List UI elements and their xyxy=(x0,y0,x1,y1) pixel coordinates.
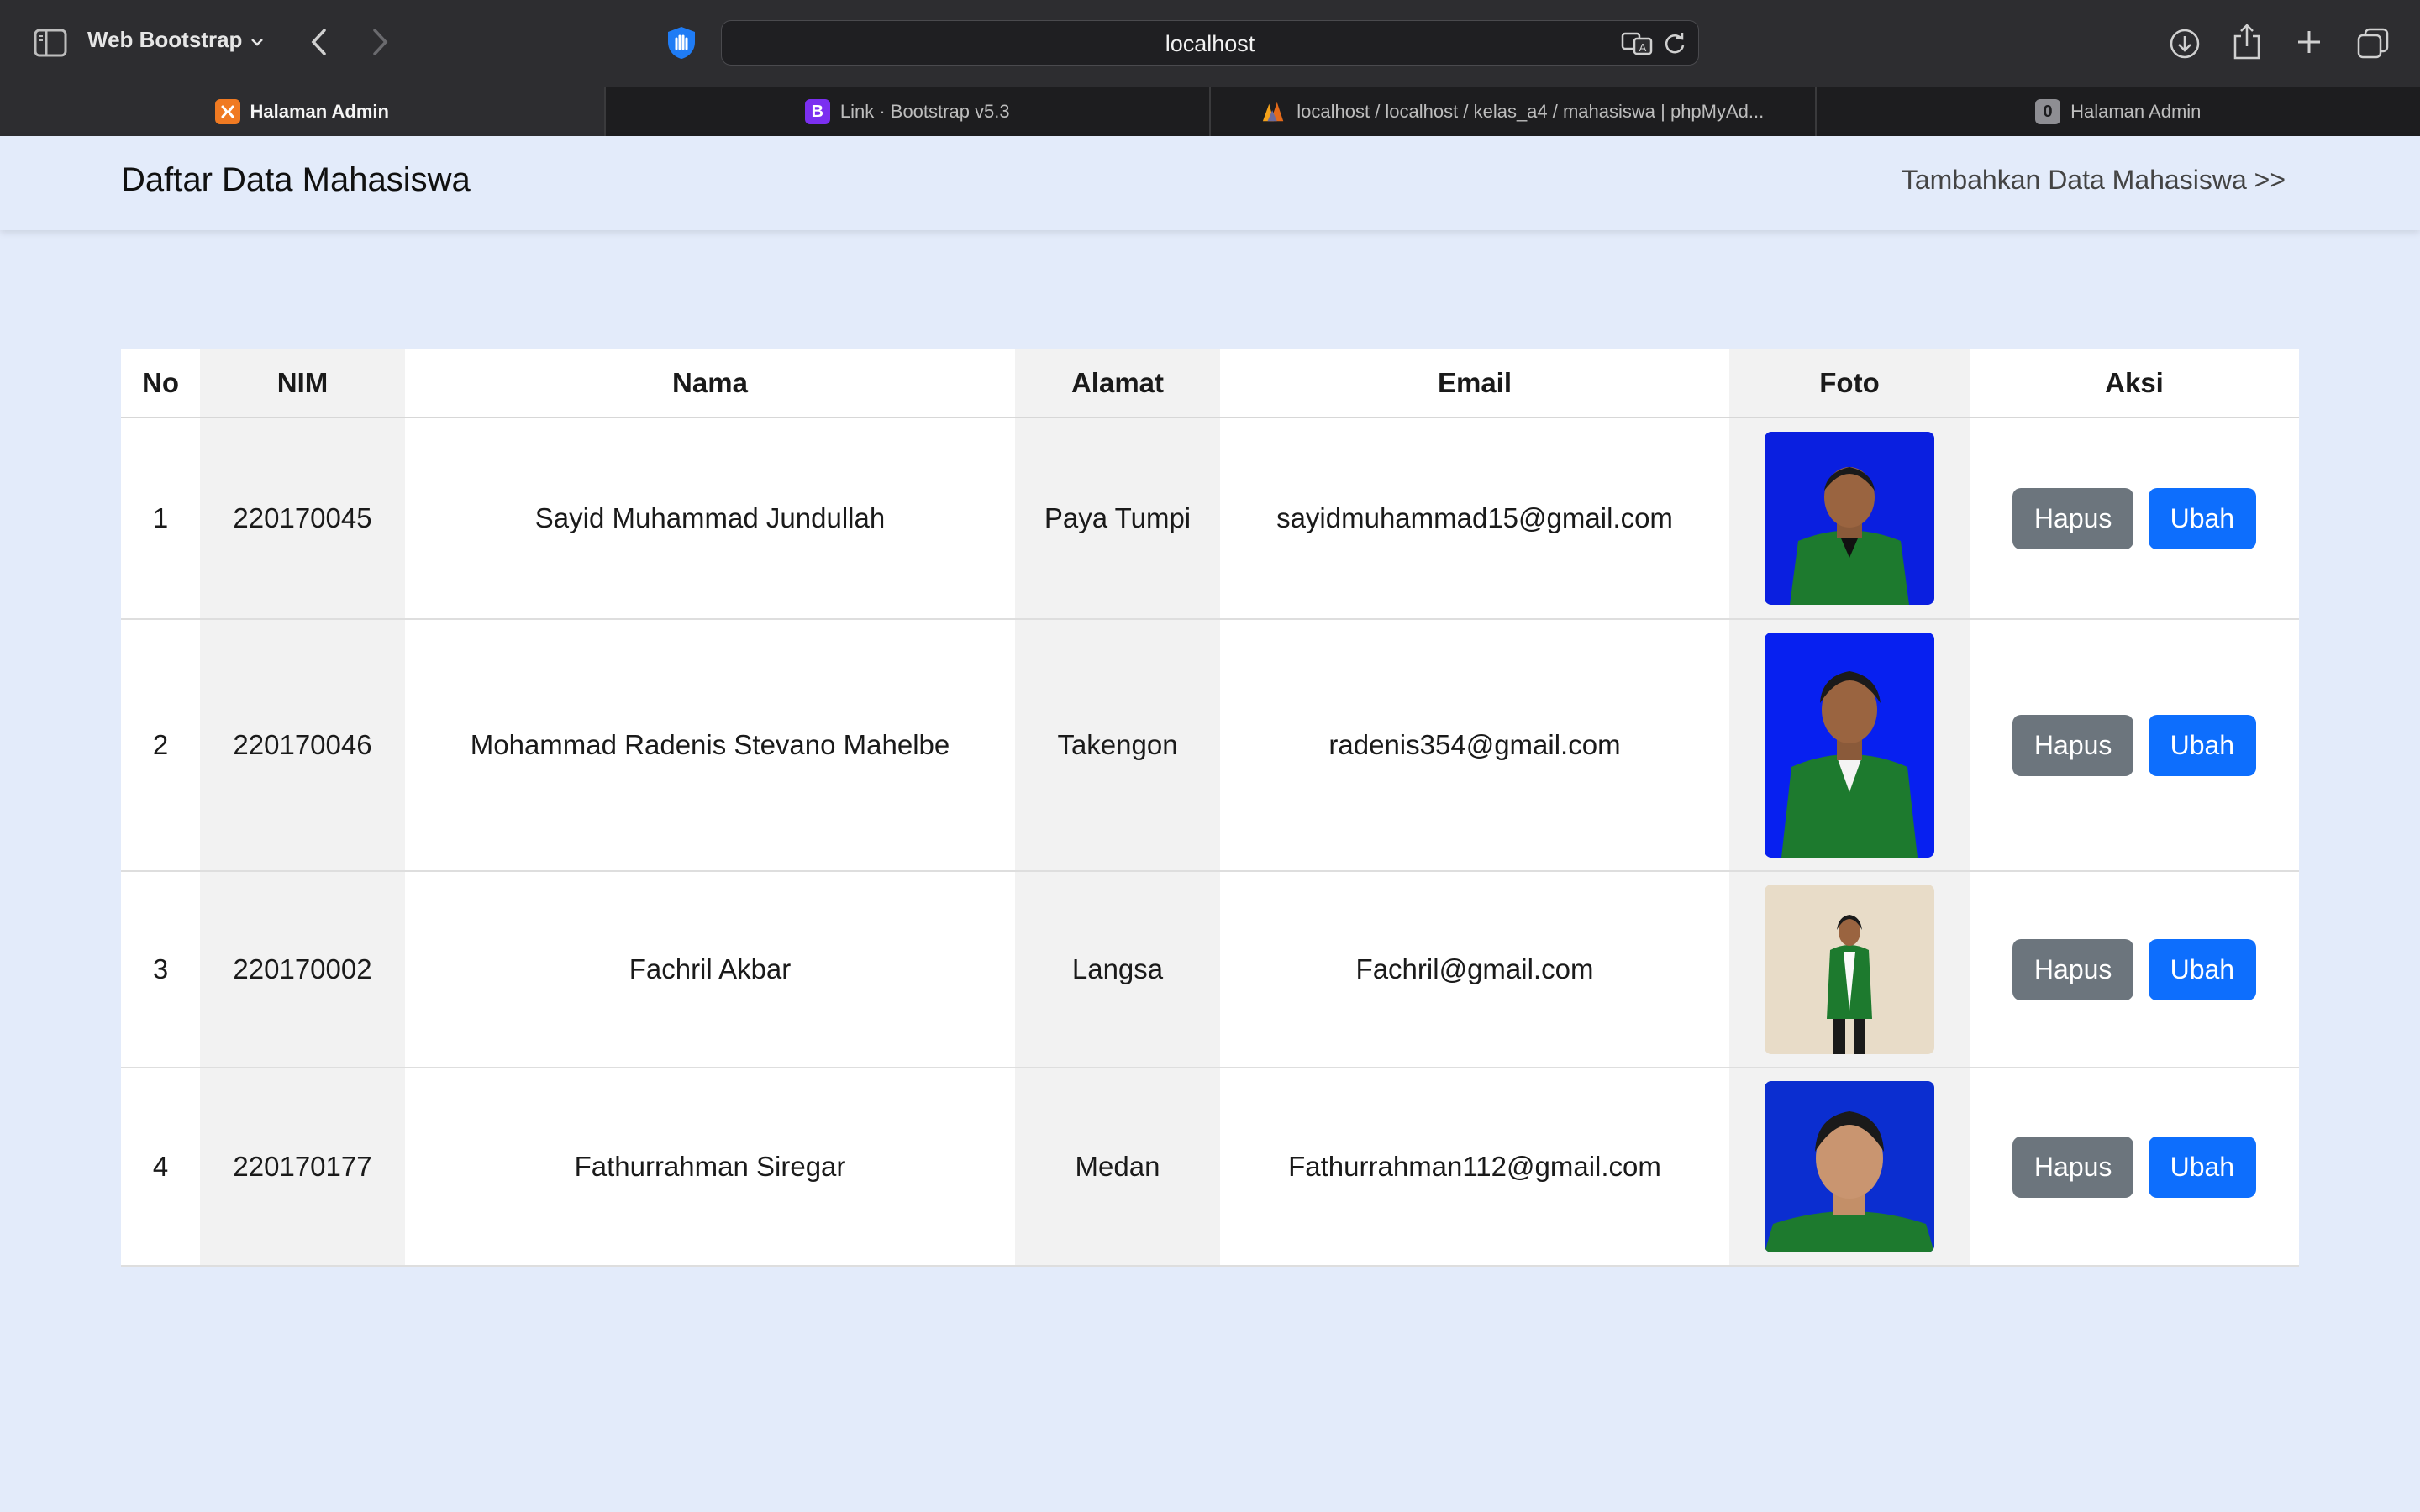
chevron-down-icon xyxy=(250,27,264,53)
new-tab-plus-icon[interactable] xyxy=(2292,25,2326,59)
header-no: No xyxy=(121,349,200,418)
student-photo xyxy=(1765,1081,1934,1252)
cell-nim: 220170177 xyxy=(200,1068,405,1267)
cell-foto xyxy=(1729,871,1970,1068)
tab-bar: Halaman Admin B Link · Bootstrap v5.3 lo… xyxy=(0,87,2420,136)
tab-label: Link · Bootstrap v5.3 xyxy=(839,101,1010,122)
cell-alamat: Langsa xyxy=(1015,871,1220,1068)
cell-alamat: Takengon xyxy=(1015,619,1220,872)
browser-toolbar: Web Bootstrap localhost A xyxy=(0,0,2420,87)
privacy-shield-icon[interactable] xyxy=(664,25,699,60)
header-alamat: Alamat xyxy=(1015,349,1220,418)
xampp-icon xyxy=(214,99,240,124)
delete-button[interactable]: Hapus xyxy=(2012,938,2134,1000)
student-photo xyxy=(1765,432,1934,605)
phpmyadmin-icon xyxy=(1261,99,1286,124)
page-navbar: Daftar Data Mahasiswa Tambahkan Data Mah… xyxy=(0,136,2420,230)
table-row: 2 220170046 Mohammad Radenis Stevano Mah… xyxy=(121,619,2299,872)
delete-button[interactable]: Hapus xyxy=(2012,714,2134,776)
tab-group-selector[interactable]: Web Bootstrap xyxy=(87,27,264,53)
tab-group-label: Web Bootstrap xyxy=(87,27,243,52)
table-row: 3 220170002 Fachril Akbar Langsa Fachril… xyxy=(121,871,2299,1068)
tab-phpmyadmin[interactable]: localhost / localhost / kelas_a4 / mahas… xyxy=(1211,87,1817,136)
cell-nama: Fathurrahman Siregar xyxy=(405,1068,1015,1267)
cell-aksi: Hapus Ubah xyxy=(1970,619,2299,872)
cell-foto xyxy=(1729,417,1970,620)
forward-arrow-icon[interactable] xyxy=(363,25,397,59)
student-photo xyxy=(1765,633,1934,858)
url-text: localhost xyxy=(1165,31,1255,56)
students-table: No NIM Nama Alamat Email Foto Aksi 1 220… xyxy=(121,349,2299,1267)
cell-email: Fachril@gmail.com xyxy=(1220,871,1729,1068)
cell-aksi: Hapus Ubah xyxy=(1970,1068,2299,1267)
cell-nama: Mohammad Radenis Stevano Mahelbe xyxy=(405,619,1015,872)
tab-halaman-admin[interactable]: Halaman Admin xyxy=(0,87,606,136)
tab-bootstrap-link[interactable]: B Link · Bootstrap v5.3 xyxy=(606,87,1211,136)
cell-nim: 220170002 xyxy=(200,871,405,1068)
zero-badge-icon: 0 xyxy=(2035,99,2061,124)
cell-no: 4 xyxy=(121,1068,200,1267)
address-bar[interactable]: localhost A xyxy=(721,20,1699,66)
edit-button[interactable]: Ubah xyxy=(2148,938,2257,1000)
download-icon[interactable] xyxy=(2166,25,2203,62)
tab-overview-icon[interactable] xyxy=(2354,25,2391,62)
tab-label: Halaman Admin xyxy=(2070,101,2202,122)
cell-no: 2 xyxy=(121,619,200,872)
add-student-link[interactable]: Tambahkan Data Mahasiswa >> xyxy=(1902,165,2286,196)
header-nama: Nama xyxy=(405,349,1015,418)
page-title[interactable]: Daftar Data Mahasiswa xyxy=(121,161,471,199)
tab-halaman-admin-2[interactable]: 0 Halaman Admin xyxy=(1817,87,2420,136)
edit-button[interactable]: Ubah xyxy=(2148,487,2257,549)
table-row: 4 220170177 Fathurrahman Siregar Medan F… xyxy=(121,1068,2299,1267)
cell-no: 3 xyxy=(121,871,200,1068)
edit-button[interactable]: Ubah xyxy=(2148,1136,2257,1198)
translate-icon[interactable]: A xyxy=(1621,31,1655,56)
cell-email: sayidmuhammad15@gmail.com xyxy=(1220,417,1729,620)
header-nim: NIM xyxy=(200,349,405,418)
cell-foto xyxy=(1729,1068,1970,1267)
delete-button[interactable]: Hapus xyxy=(2012,487,2134,549)
cell-aksi: Hapus Ubah xyxy=(1970,871,2299,1068)
bootstrap-icon: B xyxy=(804,99,830,124)
svg-text:A: A xyxy=(1639,41,1647,54)
tab-label: localhost / localhost / kelas_a4 / mahas… xyxy=(1297,101,1765,122)
cell-no: 1 xyxy=(121,417,200,620)
cell-email: radenis354@gmail.com xyxy=(1220,619,1729,872)
cell-email: Fathurrahman112@gmail.com xyxy=(1220,1068,1729,1267)
cell-foto xyxy=(1729,619,1970,872)
reload-icon[interactable] xyxy=(1663,31,1686,56)
share-icon[interactable] xyxy=(2230,22,2264,62)
table-header-row: No NIM Nama Alamat Email Foto Aksi xyxy=(121,349,2299,418)
sidebar-toggle-icon[interactable] xyxy=(34,29,67,57)
tab-label: Halaman Admin xyxy=(250,101,389,122)
header-email: Email xyxy=(1220,349,1729,418)
cell-nim: 220170046 xyxy=(200,619,405,872)
header-aksi: Aksi xyxy=(1970,349,2299,418)
cell-alamat: Paya Tumpi xyxy=(1015,417,1220,620)
delete-button[interactable]: Hapus xyxy=(2012,1136,2134,1198)
cell-alamat: Medan xyxy=(1015,1068,1220,1267)
cell-nama: Fachril Akbar xyxy=(405,871,1015,1068)
header-foto: Foto xyxy=(1729,349,1970,418)
cell-nim: 220170045 xyxy=(200,417,405,620)
edit-button[interactable]: Ubah xyxy=(2148,714,2257,776)
table-row: 1 220170045 Sayid Muhammad Jundullah Pay… xyxy=(121,417,2299,620)
back-arrow-icon[interactable] xyxy=(302,25,336,59)
student-photo xyxy=(1765,885,1934,1054)
cell-nama: Sayid Muhammad Jundullah xyxy=(405,417,1015,620)
cell-aksi: Hapus Ubah xyxy=(1970,417,2299,620)
